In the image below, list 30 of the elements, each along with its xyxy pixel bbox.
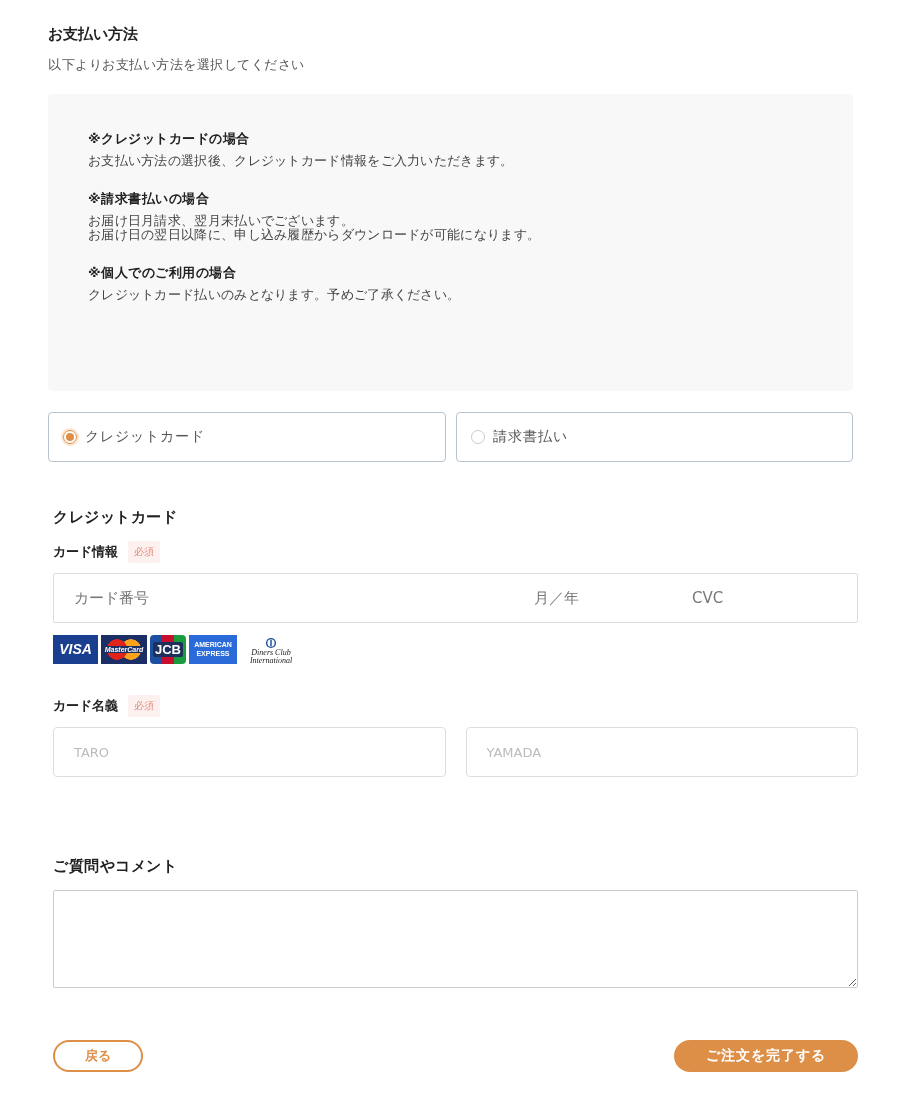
note-heading: ※請求書払いの場合: [88, 190, 211, 208]
section-title: クレジットカード: [53, 508, 178, 527]
section-title: ご質問やコメント: [53, 857, 178, 876]
diners-club-logo: Diners Club International: [240, 633, 302, 665]
visa-logo: VISA: [53, 634, 98, 664]
required-badge: 必須: [128, 695, 160, 717]
payment-option[interactable]: クレジットカード: [48, 412, 446, 462]
name-input-field[interactable]: TARO: [53, 727, 446, 777]
note-text: お支払い方法の選択後、クレジットカード情報をご入力いただきます。: [88, 154, 515, 168]
field-label: カード情報: [53, 543, 118, 561]
name-input-field[interactable]: YAMADA: [465, 727, 858, 777]
note-heading: ※個人でのご利用の場合: [88, 264, 238, 282]
required-badge: 必須: [128, 541, 160, 563]
page-subtitle: 以下よりお支払い方法を選択してください: [48, 56, 306, 74]
comment-field[interactable]: [53, 890, 858, 988]
option-label: クレジットカード: [85, 428, 205, 446]
diners-circle-icon: [263, 637, 279, 649]
card-input-field[interactable]: カード番号: [74, 589, 534, 607]
option-label: 請求書払い: [492, 428, 568, 446]
radio-button[interactable]: [63, 430, 77, 444]
card-input-field[interactable]: CVC: [692, 589, 812, 607]
note-heading: ※クレジットカードの場合: [88, 130, 251, 148]
note-text: クレジットカード払いのみとなります。予めご了承ください。: [88, 288, 462, 302]
card-input-field[interactable]: 月／年: [534, 589, 692, 607]
note-text: お届け日月請求、翌月末払いでございます。: [88, 214, 355, 228]
jcb-logo: JCB: [150, 634, 186, 664]
field-label: カード名義: [53, 697, 118, 715]
payment-option[interactable]: 請求書払い: [455, 412, 853, 462]
note-text: お届け日の翌日以降に、申し込み履歴からダウンロードが可能になります。: [88, 228, 542, 242]
page-title: お支払い方法: [48, 24, 139, 45]
